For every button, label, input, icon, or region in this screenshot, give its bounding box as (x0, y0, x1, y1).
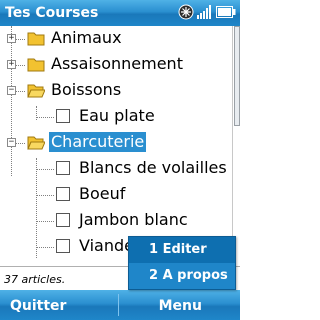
vertical-scrollbar[interactable] (232, 26, 240, 266)
softkey-divider (118, 294, 119, 316)
tree-folder-row[interactable]: − Charcuterie (0, 130, 232, 156)
tree-folder-row[interactable]: + Assaisonnement (0, 52, 232, 78)
folder-label-selected: Charcuterie (49, 132, 147, 152)
tree-item-row[interactable]: Blancs de volailles (0, 156, 232, 182)
folder-open-icon (27, 136, 45, 150)
item-checkbox[interactable] (56, 213, 70, 227)
tree-item-row[interactable]: Eau plate (0, 104, 232, 130)
collapse-icon[interactable]: − (7, 86, 16, 95)
menu-item-edit[interactable]: 1 Editer (129, 237, 235, 263)
item-checkbox[interactable] (56, 109, 70, 123)
item-count-text: 37 articles. (4, 273, 66, 286)
tree-item-row[interactable]: Boeuf (0, 182, 232, 208)
item-label: Boeuf (79, 184, 126, 203)
folder-label: Animaux (51, 28, 122, 47)
status-icons (178, 4, 236, 20)
menu-item-about[interactable]: 2 A propos (129, 263, 235, 289)
folder-closed-icon (27, 58, 45, 72)
expand-icon[interactable]: + (7, 60, 16, 69)
scrollbar-thumb[interactable] (234, 26, 240, 126)
folder-label: Assaisonnement (51, 54, 183, 73)
tree-folder-row[interactable]: − Boissons (0, 78, 232, 104)
app-title: Tes Courses (5, 5, 99, 21)
folder-closed-icon (27, 32, 45, 46)
item-checkbox[interactable] (56, 187, 70, 201)
item-label: Blancs de volailles (79, 158, 227, 177)
item-label: Eau plate (79, 106, 155, 125)
folder-label: Boissons (51, 80, 122, 99)
item-checkbox[interactable] (56, 161, 70, 175)
shopping-tree: + Animaux + Assaisonnement − Boissons Ea… (0, 26, 232, 266)
item-label: Jambon blanc (79, 210, 188, 229)
folder-open-icon (27, 84, 45, 98)
quit-softkey[interactable]: Quitter (10, 298, 66, 314)
item-checkbox[interactable] (56, 239, 70, 253)
collapse-icon[interactable]: − (7, 138, 16, 147)
softkey-bar: Quitter Menu (0, 290, 240, 320)
popup-menu: 1 Editer 2 A propos (128, 236, 236, 290)
item-label: Viande (79, 236, 134, 255)
signal-tower-icon (178, 4, 194, 20)
signal-strength-icon (197, 5, 211, 19)
title-bar: Tes Courses (0, 0, 240, 26)
tree-folder-row[interactable]: + Animaux (0, 26, 232, 52)
expand-icon[interactable]: + (7, 34, 16, 43)
tree-item-row[interactable]: Jambon blanc (0, 208, 232, 234)
battery-icon (216, 6, 236, 18)
menu-softkey[interactable]: Menu (159, 298, 202, 314)
